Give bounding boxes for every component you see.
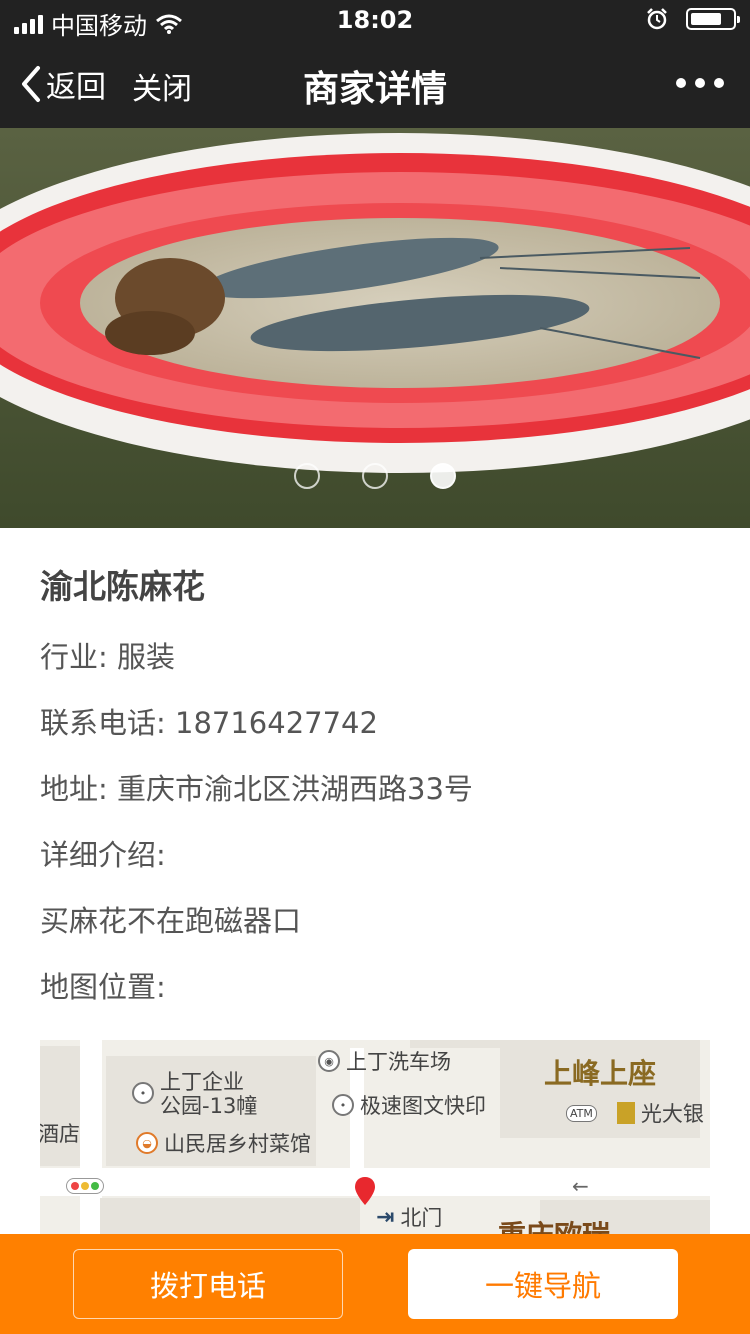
industry-text: 行业: 服装 <box>40 640 175 674</box>
map-poi-park[interactable]: • 上丁企业 公园-13幢 <box>132 1070 257 1118</box>
address-text: 地址: 重庆市渝北区洪湖西路33号 <box>40 772 473 806</box>
car-icon: ◉ <box>318 1050 340 1072</box>
arrow-left-icon: ← <box>572 1174 589 1198</box>
atm-icon: ATM <box>566 1104 597 1122</box>
back-label: 返回 <box>46 70 106 105</box>
map-poi-print[interactable]: • 极速图文快印 <box>332 1090 486 1120</box>
battery-icon <box>686 8 740 30</box>
map-poi-bank[interactable]: ATM 光大银 <box>566 1098 704 1128</box>
map-poi-carwash[interactable]: ◉ 上丁洗车场 <box>318 1046 451 1076</box>
chevron-left-icon <box>22 66 40 102</box>
exit-icon: ⇥ <box>376 1204 395 1230</box>
map-label: 地图位置: <box>40 970 166 1004</box>
call-button[interactable]: 拨打电话 <box>73 1249 343 1319</box>
map-poi-hotel[interactable]: 酒店 <box>40 1118 80 1148</box>
poi-dot-icon: • <box>132 1082 154 1104</box>
status-bar: 中国移动 18:02 <box>0 0 750 40</box>
bottom-action-bar: 拨打电话 一键导航 <box>0 1234 750 1334</box>
bank-icon <box>616 1102 635 1124</box>
intro-text: 买麻花不在跑磁器口 <box>40 904 302 938</box>
shop-info: 渝北陈麻花 行业: 服装 联系电话: 18716427742 地址: 重庆市渝北… <box>40 560 710 1020</box>
carousel-dot[interactable] <box>294 463 320 489</box>
map-poi-north-gate[interactable]: ⇥ 北门 <box>376 1202 442 1232</box>
carousel-indicator <box>0 463 750 489</box>
shop-name: 渝北陈麻花 <box>40 567 205 606</box>
more-icon[interactable] <box>676 78 724 88</box>
banner-carousel[interactable] <box>0 128 750 528</box>
page-title: 商家详情 <box>302 69 447 110</box>
alarm-icon <box>647 8 667 30</box>
back-button[interactable]: 返回 <box>20 62 106 106</box>
map-poi-restaurant[interactable]: ◒ 山民居乡村菜馆 <box>136 1128 311 1158</box>
carousel-dot[interactable] <box>362 463 388 489</box>
navigate-button[interactable]: 一键导航 <box>408 1249 678 1319</box>
poi-dot-icon: • <box>332 1094 354 1116</box>
map-poi-peak[interactable]: 上峰上座 <box>544 1052 656 1092</box>
phone-text[interactable]: 联系电话: 18716427742 <box>40 690 710 756</box>
intro-label: 详细介绍: <box>40 838 166 872</box>
nav-bar: 返回 关闭 商家详情 <box>0 40 750 128</box>
close-button[interactable]: 关闭 <box>132 64 192 108</box>
location-pin-icon <box>355 1177 375 1205</box>
carousel-dot-active[interactable] <box>430 463 456 489</box>
location-map[interactable]: ◉ 上丁洗车场 • 上丁企业 公园-13幢 • 极速图文快印 上峰上座 ATM … <box>40 1028 710 1238</box>
restaurant-icon: ◒ <box>136 1132 158 1154</box>
traffic-light-icon <box>66 1178 104 1194</box>
clock: 18:02 <box>336 6 414 34</box>
